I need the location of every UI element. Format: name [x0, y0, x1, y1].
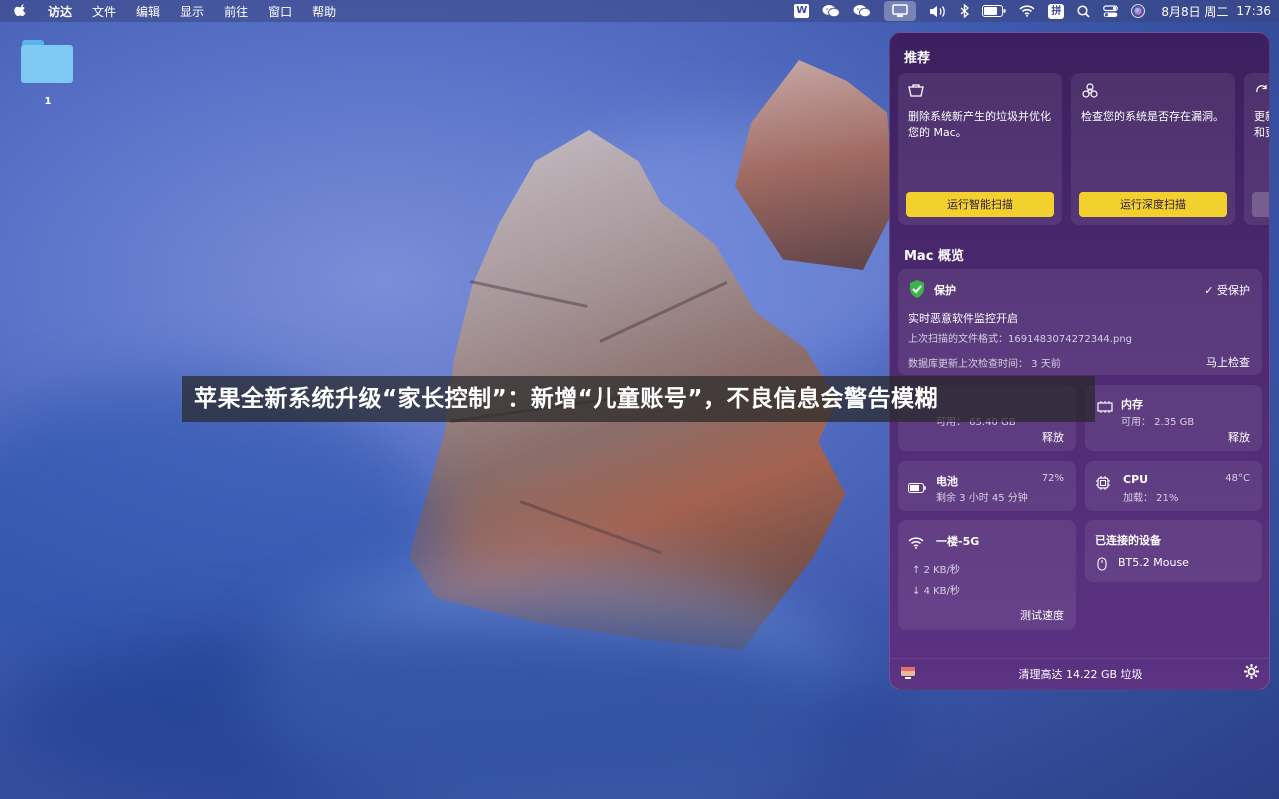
smart-scan-button[interactable]: 运行智能扫描: [906, 192, 1054, 217]
cpu-card[interactable]: CPU 48°C 加载： 21%: [1085, 461, 1262, 511]
battery-percent: 72%: [1041, 473, 1064, 484]
battery-title: 电池: [936, 475, 958, 488]
recommend-title: 推荐: [904, 51, 931, 66]
storage-free-button[interactable]: 释放: [1042, 429, 1064, 445]
battery-card[interactable]: 电池 72% 剩余 3 小时 45 分钟: [898, 461, 1076, 511]
memory-free-button[interactable]: 释放: [1228, 429, 1250, 445]
battery-icon: [908, 478, 926, 497]
menu-help[interactable]: 帮助: [312, 3, 336, 20]
desktop-folder[interactable]: 1: [20, 38, 76, 107]
devices-title: 已连接的设备: [1095, 534, 1161, 547]
memory-available: 可用： 2.35 GB: [1121, 417, 1195, 428]
check-now-button[interactable]: 马上检查: [1206, 354, 1250, 370]
recommend-card-text: 更新和更: [1254, 110, 1269, 139]
trash-icon: [908, 83, 926, 102]
realtime-monitor-text: 实时恶意软件监控开启: [908, 312, 1018, 325]
network-name: 一楼-5G: [936, 535, 980, 548]
memory-card[interactable]: 内存 可用： 2.35 GB 释放: [1085, 385, 1262, 451]
network-card[interactable]: 一楼-5G ↑ 2 KB/秒 ↓ 4 KB/秒 测试速度: [898, 520, 1076, 630]
update-icon: [1254, 83, 1269, 103]
wps-icon[interactable]: W: [794, 0, 810, 22]
devices-card[interactable]: 已连接的设备 BT5.2 Mouse: [1085, 520, 1262, 582]
device-name: BT5.2 Mouse: [1118, 556, 1189, 569]
control-center-icon[interactable]: [1103, 0, 1119, 22]
wifi-icon[interactable]: [1019, 0, 1035, 22]
last-scan-text: 上次扫描的文件格式：1691483074272344.png: [908, 334, 1133, 345]
mouse-icon: [1097, 556, 1107, 575]
memory-icon: [1097, 399, 1113, 418]
folder-icon: [20, 38, 74, 84]
menu-app-name[interactable]: 访达: [48, 3, 72, 20]
recommend-card-vulnerability: 检查您的系统是否存在漏洞。 运行深度扫描: [1071, 73, 1235, 225]
menu-window[interactable]: 窗口: [268, 3, 292, 20]
battery-remaining: 剩余 3 小时 45 分钟: [936, 493, 1028, 504]
shield-check-icon: [908, 279, 926, 303]
deep-scan-button[interactable]: 运行深度扫描: [1079, 192, 1227, 217]
menu-go[interactable]: 前往: [224, 3, 248, 20]
speed-test-button[interactable]: 测试速度: [1020, 607, 1064, 623]
menubar-date[interactable]: 8月8日 周二: [1161, 3, 1228, 20]
update-button[interactable]: [1252, 192, 1269, 217]
battery-icon[interactable]: [982, 0, 1006, 22]
bluetooth-icon[interactable]: [960, 0, 970, 22]
recommend-card-update: 更新和更: [1244, 73, 1269, 225]
menu-bar: 访达 文件 编辑 显示 前往 窗口 帮助 W 拼 8月8日 周二 17:36: [0, 0, 1279, 22]
news-headline-banner: 苹果全新系统升级“家长控制”：新增“儿童账号”，不良信息会警告模糊: [182, 376, 1095, 422]
protection-status: ✓ 受保护: [1204, 284, 1250, 297]
recommend-card-text: 删除系统新产生的垃圾并优化您的 Mac。: [908, 110, 1051, 139]
arrow-up-icon: ↑: [912, 565, 924, 576]
cleaner-menu-panel: 推荐 删除系统新产生的垃圾并优化您的 Mac。 运行智能扫描 检查您的系统是否存…: [889, 32, 1270, 690]
upload-speed: ↑ 2 KB/秒: [912, 565, 960, 576]
arrow-down-icon: ↓: [912, 586, 924, 597]
protection-card[interactable]: 保护 ✓ 受保护 实时恶意软件监控开启 上次扫描的文件格式：1691483074…: [898, 269, 1262, 375]
overview-title: Mac 概览: [904, 249, 964, 264]
menu-file[interactable]: 文件: [92, 3, 116, 20]
gear-icon[interactable]: [1243, 663, 1260, 684]
search-icon[interactable]: [1077, 0, 1090, 22]
volume-icon[interactable]: [929, 0, 947, 22]
protection-title: 保护: [934, 284, 956, 297]
wechat-icon[interactable]: [822, 0, 841, 22]
recommend-card-cleanup: 删除系统新产生的垃圾并优化您的 Mac。 运行智能扫描: [898, 73, 1062, 225]
menu-view[interactable]: 显示: [180, 3, 204, 20]
siri-icon[interactable]: [1131, 0, 1146, 22]
cleanup-summary[interactable]: 清理高达 14.22 GB 垃圾: [890, 666, 1269, 682]
db-update-text: 数据库更新上次检查时间： 3 天前: [908, 359, 1061, 370]
folder-label: 1: [44, 96, 52, 107]
menu-edit[interactable]: 编辑: [136, 3, 160, 20]
cpu-icon: [1095, 475, 1111, 495]
cpu-load: 加载： 21%: [1123, 493, 1179, 504]
menubar-time[interactable]: 17:36: [1236, 4, 1271, 18]
wifi-icon: [908, 534, 924, 553]
memory-title: 内存: [1121, 398, 1143, 411]
biohazard-icon: [1081, 83, 1099, 103]
cpu-title: CPU: [1123, 473, 1149, 486]
recommend-card-text: 检查您的系统是否存在漏洞。: [1081, 110, 1224, 123]
download-speed: ↓ 4 KB/秒: [912, 586, 960, 597]
checkmark-icon: ✓: [1204, 284, 1217, 297]
cleaner-icon[interactable]: [884, 1, 917, 21]
wechat-icon[interactable]: [853, 0, 872, 22]
cpu-temp: 48°C: [1225, 473, 1250, 484]
input-method-icon[interactable]: 拼: [1048, 0, 1065, 22]
apple-icon[interactable]: [14, 3, 28, 20]
